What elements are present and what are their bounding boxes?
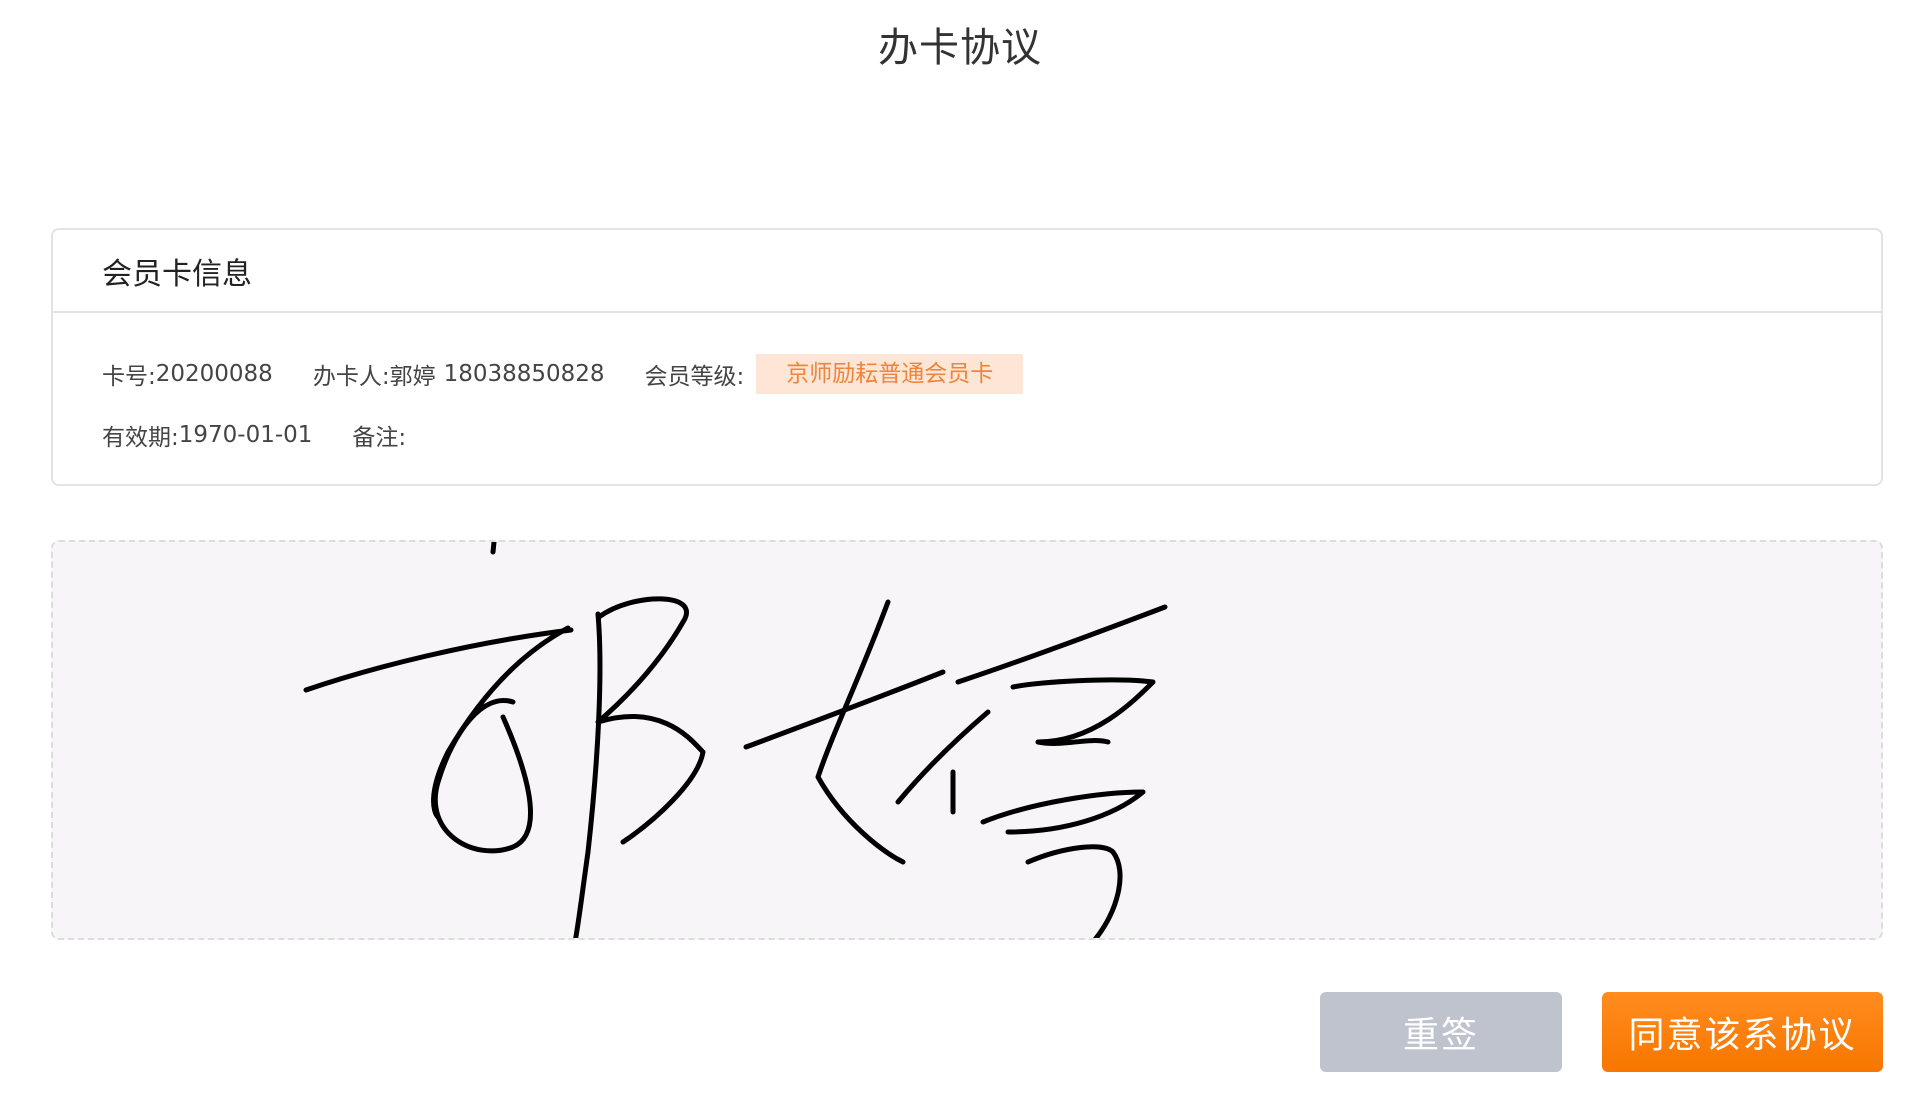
validity-value: 1970-01-01 [178,422,313,448]
member-level-badge: 京师励耘普通会员卡 [756,354,1024,394]
panel-header: 会员卡信息 [53,230,1881,313]
page-title: 办卡协议 [878,25,1042,71]
holder-name-value: 郭婷 [389,364,436,390]
info-row-primary: 卡号: 20200088 办卡人: 郭婷 18038850828 会员等级: 京… [102,354,1024,394]
member-level-label: 会员等级: [644,364,745,390]
signature-pad[interactable] [51,540,1883,940]
agreement-page: 办卡协议 会员卡信息 卡号: 20200088 办卡人: 郭婷 18038850… [0,0,1920,1116]
card-number-label: 卡号: [102,364,156,390]
agree-button[interactable]: 同意该系协议 [1602,992,1883,1072]
validity-field: 有效期: 1970-01-01 [102,418,312,452]
remark-field: 备注: [352,418,406,452]
member-level-field: 会员等级: 京师励耘普通会员卡 [645,354,1024,394]
validity-label: 有效期: [102,425,179,451]
resign-button[interactable]: 重签 [1320,992,1562,1072]
panel-title: 会员卡信息 [102,256,252,292]
handwritten-signature [303,542,1168,938]
holder-phone-value: 18038850828 [443,361,605,387]
holder-field: 办卡人: 郭婷 18038850828 [313,357,605,391]
card-number-field: 卡号: 20200088 [102,357,273,391]
holder-label: 办卡人: [312,364,390,390]
member-card-info-panel: 会员卡信息 卡号: 20200088 办卡人: 郭婷 18038850828 会… [51,228,1883,486]
info-row-secondary: 有效期: 1970-01-01 备注: [102,418,406,452]
remark-label: 备注: [352,425,407,451]
card-number-value: 20200088 [155,361,273,387]
